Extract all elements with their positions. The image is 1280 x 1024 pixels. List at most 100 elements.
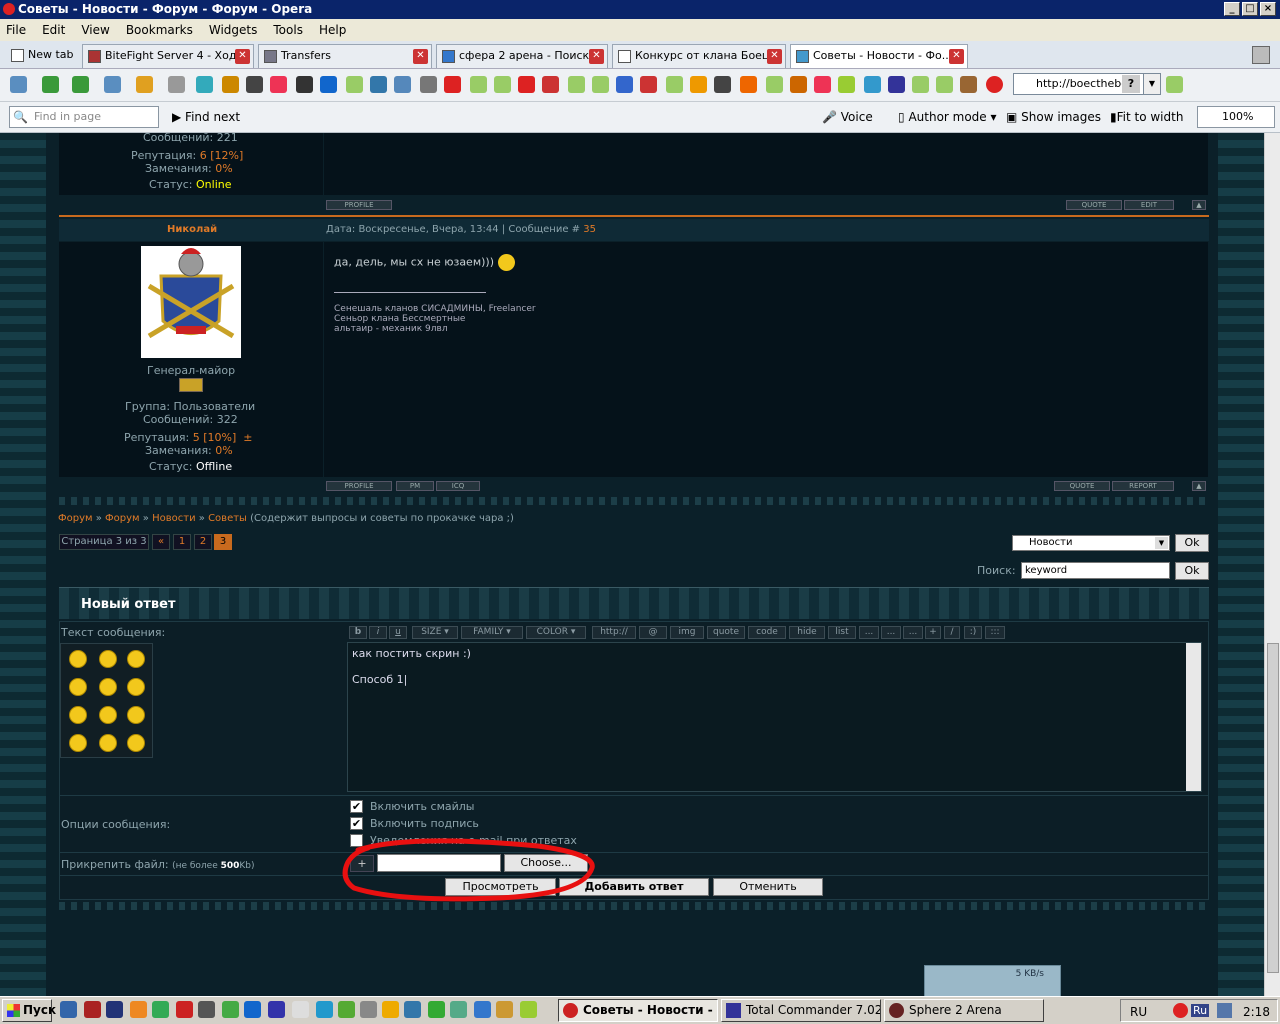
icq-button[interactable]: ICQ — [436, 481, 480, 491]
site-info-icon[interactable]: ? — [1122, 75, 1140, 93]
menu-view[interactable]: View — [81, 23, 109, 37]
toolbar-button[interactable]: ::: — [985, 626, 1005, 639]
quicklaunch-icon[interactable] — [198, 1001, 215, 1018]
quicklaunch-icon[interactable] — [244, 1001, 261, 1018]
close-tab-icon[interactable]: ✕ — [767, 49, 782, 64]
quicklaunch-icon[interactable] — [450, 1001, 467, 1018]
family-select[interactable]: FAMILY ▾ — [461, 626, 523, 639]
quicklaunch-icon[interactable] — [496, 1001, 513, 1018]
trash-icon[interactable] — [1252, 46, 1270, 64]
fast-forward-icon[interactable] — [104, 76, 121, 93]
smiley-icon[interactable] — [127, 650, 145, 668]
close-window-button[interactable]: × — [1260, 2, 1276, 16]
breadcrumb-news[interactable]: Новости — [152, 513, 195, 524]
zoom-select[interactable]: 100% — [1197, 106, 1275, 128]
smiley-icon[interactable] — [127, 678, 145, 696]
close-tab-icon[interactable]: ✕ — [949, 49, 964, 64]
bookmark-icon[interactable] — [960, 76, 977, 93]
task-sphere-arena[interactable]: Sphere 2 Arena — [884, 999, 1044, 1022]
author-mode-button[interactable]: ▯ Author mode ▾ — [898, 110, 997, 124]
post-author[interactable]: Николай — [167, 224, 217, 235]
bookmark-icon[interactable] — [714, 76, 731, 93]
smiley-icon[interactable] — [69, 678, 87, 696]
quicklaunch-icon[interactable] — [268, 1001, 285, 1018]
smiley-icon[interactable] — [99, 706, 117, 724]
code-button[interactable]: code — [748, 626, 786, 639]
scroll-top-icon[interactable]: ▲ — [1192, 200, 1206, 210]
quicklaunch-icon[interactable] — [474, 1001, 491, 1018]
smiley-icon[interactable] — [127, 734, 145, 752]
start-button[interactable]: Пуск — [2, 999, 56, 1022]
find-in-page-input[interactable]: Find in page — [9, 106, 159, 128]
report-button[interactable]: REPORT — [1112, 481, 1174, 491]
menu-help[interactable]: Help — [319, 23, 346, 37]
page-2-link[interactable]: 2 — [194, 534, 212, 550]
target-icon[interactable] — [986, 76, 1003, 93]
skype-icon[interactable] — [320, 76, 337, 93]
bookmark-icon[interactable] — [616, 76, 633, 93]
rep-change-button[interactable]: ± — [243, 431, 252, 444]
voice-button[interactable]: 🎤 Voice — [822, 110, 873, 124]
toolbar-button[interactable]: ... — [859, 626, 879, 639]
close-tab-icon[interactable]: ✕ — [589, 49, 604, 64]
bookmark-icon[interactable] — [270, 76, 287, 93]
breadcrumb-tips[interactable]: Советы — [208, 513, 247, 524]
quicklaunch-icon[interactable] — [520, 1001, 537, 1018]
smiley-icon[interactable] — [69, 650, 87, 668]
quicklaunch-icon[interactable] — [84, 1001, 101, 1018]
hide-button[interactable]: hide — [789, 626, 825, 639]
quicklaunch-icon[interactable] — [176, 1001, 193, 1018]
tab-contest[interactable]: Конкурс от клана Боец ✕ — [612, 44, 786, 68]
list-button[interactable]: list — [828, 626, 856, 639]
edit-button[interactable]: EDIT — [1124, 200, 1174, 210]
bookmark-icon[interactable] — [196, 76, 213, 93]
bookmark-icon[interactable] — [936, 76, 953, 93]
bookmark-icon[interactable] — [864, 76, 881, 93]
smiley-icon[interactable] — [99, 734, 117, 752]
bookmark-icon[interactable] — [740, 76, 757, 93]
close-tab-icon[interactable]: ✕ — [413, 49, 428, 64]
address-field[interactable]: http://boecthebe ? — [1013, 73, 1161, 95]
quicklaunch-icon[interactable] — [404, 1001, 421, 1018]
quicklaunch-icon[interactable] — [360, 1001, 377, 1018]
quote-tag-button[interactable]: quote — [707, 626, 745, 639]
network-icon[interactable] — [1217, 1003, 1232, 1018]
smiley-icon[interactable] — [69, 734, 87, 752]
smiley-icon[interactable] — [69, 706, 87, 724]
bookmark-icon[interactable] — [420, 76, 437, 93]
scrollbar-thumb[interactable] — [1267, 643, 1279, 973]
menu-bookmarks[interactable]: Bookmarks — [126, 23, 193, 37]
scroll-top-icon[interactable]: ▲ — [1192, 481, 1206, 491]
cancel-button[interactable]: Отменить — [713, 878, 823, 896]
enable-smilies-checkbox[interactable]: ✔ — [350, 800, 363, 813]
maximize-button[interactable]: □ — [1242, 2, 1258, 16]
forward-icon[interactable] — [72, 76, 89, 93]
quicklaunch-icon[interactable] — [152, 1001, 169, 1018]
quicklaunch-icon[interactable] — [292, 1001, 309, 1018]
bookmark-icon[interactable] — [1166, 76, 1183, 93]
profile-button[interactable]: PROFILE — [326, 200, 392, 210]
img-button[interactable]: img — [670, 626, 704, 639]
breadcrumb-forum2[interactable]: Форум — [105, 513, 140, 524]
opera-tray-icon[interactable] — [1173, 1003, 1188, 1018]
quicklaunch-icon[interactable] — [428, 1001, 445, 1018]
tab-search[interactable]: сфера 2 арена - Поиск ... ✕ — [436, 44, 608, 68]
quicklaunch-icon[interactable] — [222, 1001, 239, 1018]
underline-button[interactable]: u — [389, 626, 407, 639]
task-opera[interactable]: Советы - Новости - ... — [558, 999, 718, 1022]
bookmark-icon[interactable] — [246, 76, 263, 93]
edit-icon[interactable] — [168, 76, 185, 93]
pm-button[interactable]: PM — [396, 481, 434, 491]
bookmark-icon[interactable] — [346, 76, 363, 93]
profile-button[interactable]: PROFILE — [326, 481, 392, 491]
bookmark-icon[interactable] — [470, 76, 487, 93]
bookmark-icon[interactable] — [766, 76, 783, 93]
quicklaunch-icon[interactable] — [382, 1001, 399, 1018]
textarea-scrollbar[interactable] — [1186, 643, 1201, 791]
enable-signature-checkbox[interactable]: ✔ — [350, 817, 363, 830]
toolbar-button[interactable]: ... — [881, 626, 901, 639]
quote-button[interactable]: QUOTE — [1066, 200, 1122, 210]
quicklaunch-icon[interactable] — [316, 1001, 333, 1018]
clock[interactable]: 2:18 — [1243, 1005, 1270, 1019]
menu-edit[interactable]: Edit — [42, 23, 65, 37]
